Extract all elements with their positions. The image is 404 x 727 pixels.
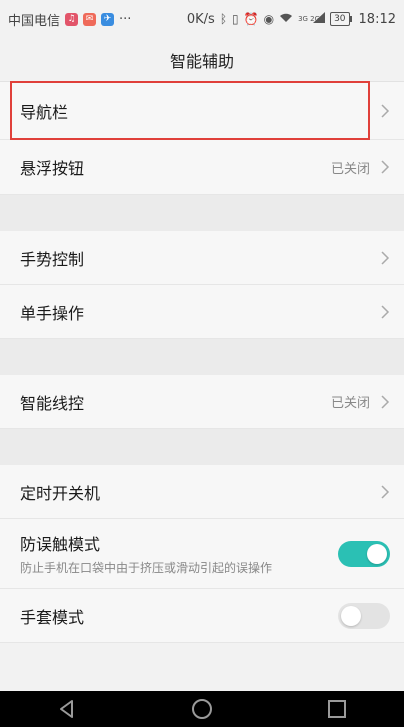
section-divider (0, 339, 404, 375)
back-icon[interactable] (56, 698, 78, 720)
one-hand-row[interactable]: 单手操作 (0, 285, 404, 339)
network-speed: 0K/s (186, 11, 215, 27)
chevron-right-icon (381, 304, 390, 319)
nav-bar-row[interactable]: 导航栏 (0, 82, 404, 140)
more-notifications: ··· (119, 11, 132, 27)
carrier-label: 中国电信 (8, 13, 61, 29)
one-hand-label: 单手操作 (20, 303, 85, 323)
music-app-icon: ♫ (65, 12, 79, 26)
chevron-right-icon (381, 250, 390, 265)
status-bar: 中国电信 ♫ ✉ ✈ ··· 0K/s ᛒ ▯ ⏰ ◉ 3G 2G 30 18:… (0, 0, 404, 38)
chevron-right-icon (381, 394, 390, 409)
gesture-control-row[interactable]: 手势控制 (0, 231, 404, 285)
smart-wire-row[interactable]: 智能线控 已关闭 (0, 375, 404, 429)
glove-mode-row: 手套模式 (0, 589, 404, 643)
signal-icon (313, 12, 326, 26)
eye-icon: ◉ (263, 12, 275, 26)
gesture-control-label: 手势控制 (20, 249, 85, 269)
toggle-knob (367, 543, 387, 564)
vibrate-icon: ▯ (232, 12, 239, 26)
page-title: 智能辅助 (169, 51, 234, 71)
anti-touch-text: 防误触模式 防止手机在口袋中由于挤压或滑动引起的误操作 (20, 531, 338, 576)
anti-touch-row: 防误触模式 防止手机在口袋中由于挤压或滑动引起的误操作 (0, 519, 404, 589)
anti-touch-toggle[interactable] (338, 540, 390, 567)
alarm-icon: ⏰ (243, 12, 259, 26)
bluetooth-icon: ᛒ (219, 12, 228, 26)
chevron-right-icon (381, 484, 390, 499)
glove-mode-toggle[interactable] (338, 602, 390, 629)
smart-wire-status: 已关闭 (330, 396, 370, 411)
battery-icon: 30 (330, 12, 353, 26)
network-type: 3G 2G (298, 14, 321, 23)
anti-touch-description: 防止手机在口袋中由于挤压或滑动引起的误操作 (20, 561, 273, 575)
float-button-label: 悬浮按钮 (20, 159, 85, 178)
clock: 18:12 (358, 11, 396, 27)
status-right: 0K/s ᛒ ▯ ⏰ ◉ 3G 2G 30 18:12 (187, 12, 396, 27)
smart-wire-label: 智能线控 (20, 393, 85, 413)
float-button-status: 已关闭 (330, 161, 370, 177)
float-button-row[interactable]: 悬浮按钮 已关闭 (0, 140, 404, 195)
status-left: 中国电信 ♫ ✉ ✈ ··· (8, 10, 131, 29)
app-icon: ✈ (101, 12, 115, 26)
glove-mode-label: 手套模式 (20, 607, 85, 627)
mail-app-icon: ✉ (83, 12, 97, 26)
section-divider (0, 429, 404, 465)
chevron-right-icon (381, 160, 390, 174)
section-divider (0, 195, 404, 231)
navigation-bar (0, 691, 404, 727)
timer-power-row[interactable]: 定时开关机 (0, 465, 404, 519)
anti-touch-label: 防误触模式 (20, 535, 101, 554)
home-icon[interactable] (191, 698, 213, 720)
page-title-bar: 智能辅助 (0, 38, 404, 82)
nav-bar-label: 导航栏 (20, 102, 69, 122)
wifi-icon (279, 12, 293, 26)
chevron-right-icon (381, 103, 390, 118)
toggle-knob (341, 605, 361, 626)
recents-icon[interactable] (326, 698, 348, 720)
timer-power-label: 定时开关机 (20, 483, 101, 503)
